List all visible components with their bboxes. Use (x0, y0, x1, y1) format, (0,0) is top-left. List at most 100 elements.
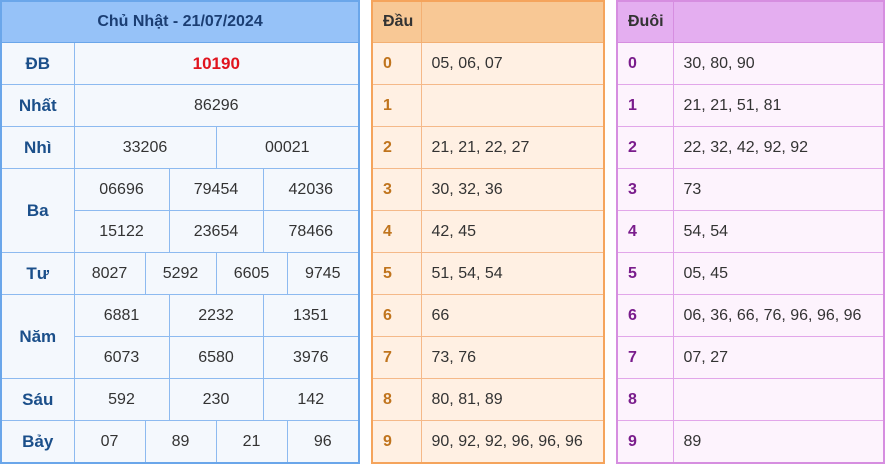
tail-digit: 5 (616, 252, 674, 295)
tail-digit: 1 (616, 84, 674, 127)
head-row: 7 73, 76 (371, 336, 605, 379)
tail-values: 06, 36, 66, 76, 96, 96, 96 (672, 294, 885, 337)
prize-row-sau: Sáu 592 230 142 (0, 378, 360, 421)
prize-number: 00021 (215, 126, 360, 169)
results-table: Chủ Nhật - 21/07/2024 ĐB 10190 Nhất 8629… (0, 0, 361, 464)
head-values: 30, 32, 36 (420, 168, 605, 211)
head-values: 80, 81, 89 (420, 378, 605, 421)
tail-row: 8 (616, 378, 885, 421)
tail-values: 30, 80, 90 (672, 42, 885, 85)
tail-digit: 7 (616, 336, 674, 379)
head-digit: 5 (371, 252, 422, 295)
prize-number: 21 (215, 420, 288, 464)
prize-label: Sáu (0, 378, 75, 421)
tail-row: 7 07, 27 (616, 336, 885, 379)
tail-digit: 2 (616, 126, 674, 169)
prize-number: 2232 (168, 294, 264, 337)
prize-number: 79454 (168, 168, 264, 211)
prize-number: 6605 (215, 252, 288, 295)
head-row: 3 30, 32, 36 (371, 168, 605, 211)
tail-values: 89 (672, 420, 885, 464)
head-values: 51, 54, 54 (420, 252, 605, 295)
head-values (420, 84, 605, 127)
prize-number: 3976 (262, 336, 360, 379)
prize-row-nhat: Nhất 86296 (0, 84, 360, 127)
head-values: 05, 06, 07 (420, 42, 605, 85)
prize-number: 142 (262, 378, 360, 421)
tail-values: 54, 54 (672, 210, 885, 253)
prize-row-nhi: Nhì 33206 00021 (0, 126, 360, 169)
prize-number: 15122 (73, 210, 170, 253)
tail-row: 1 21, 21, 51, 81 (616, 84, 885, 127)
tail-digit: 4 (616, 210, 674, 253)
head-digit: 7 (371, 336, 422, 379)
tail-digit-table: Đuôi 0 30, 80, 90 1 21, 21, 51, 81 2 22, 32… (616, 0, 885, 464)
head-digit: 0 (371, 42, 422, 85)
head-row: 8 80, 81, 89 (371, 378, 605, 421)
tail-values: 21, 21, 51, 81 (672, 84, 885, 127)
head-digit-table: Đầu 0 05, 06, 07 1 2 21, 21, 22, 27 3 30, 3… (371, 0, 605, 464)
tail-digit: 0 (616, 42, 674, 85)
tail-table-title: Đuôi (617, 1, 673, 43)
prize-number: 96 (286, 420, 360, 464)
tail-row: 6 06, 36, 66, 76, 96, 96, 96 (616, 294, 885, 337)
head-values: 21, 21, 22, 27 (420, 126, 605, 169)
prize-number: 89 (144, 420, 217, 464)
prize-label: Ba (0, 168, 75, 253)
tail-digit: 9 (616, 420, 674, 464)
prize-label: Tư (0, 252, 75, 295)
prize-number: 1351 (262, 294, 360, 337)
head-values: 73, 76 (420, 336, 605, 379)
prize-number: 6073 (73, 336, 170, 379)
tail-row: 5 05, 45 (616, 252, 885, 295)
head-row: 6 66 (371, 294, 605, 337)
tail-digit: 8 (616, 378, 674, 421)
prize-number: 5292 (144, 252, 217, 295)
prize-label: Nhất (0, 84, 75, 127)
prize-number: 86296 (73, 84, 360, 127)
head-values: 66 (420, 294, 605, 337)
tail-row: 4 54, 54 (616, 210, 885, 253)
head-values: 90, 92, 92, 96, 96, 96 (420, 420, 605, 464)
prize-number: 8027 (73, 252, 146, 295)
tail-values: 22, 32, 42, 92, 92 (672, 126, 885, 169)
prize-row-db: ĐB 10190 (0, 42, 360, 85)
head-row: 1 (371, 84, 605, 127)
prize-number: 6881 (73, 294, 170, 337)
prize-row-bay: Bảy 07 89 21 96 (0, 420, 360, 464)
tail-table-header-blank (672, 1, 884, 43)
tail-row: 2 22, 32, 42, 92, 92 (616, 126, 885, 169)
prize-number: 33206 (73, 126, 217, 169)
head-digit: 4 (371, 210, 422, 253)
tail-values (672, 378, 885, 421)
tail-values: 07, 27 (672, 336, 885, 379)
prize-number: 23654 (168, 210, 264, 253)
prize-label: Nhì (0, 126, 75, 169)
prize-number: 230 (168, 378, 264, 421)
tail-digit: 6 (616, 294, 674, 337)
prize-label: Bảy (0, 420, 75, 464)
tail-row: 0 30, 80, 90 (616, 42, 885, 85)
head-digit: 8 (371, 378, 422, 421)
prize-row-nam: Năm 6881 2232 1351 (0, 294, 360, 379)
special-prize-number: 10190 (73, 42, 360, 85)
prize-label: Năm (0, 294, 75, 379)
prize-number: 07 (73, 420, 146, 464)
head-digit: 6 (371, 294, 422, 337)
head-table-header-blank (420, 1, 604, 43)
head-digit: 3 (371, 168, 422, 211)
prize-number: 592 (73, 378, 170, 421)
head-table-title: Đầu (372, 1, 421, 43)
prize-number: 78466 (262, 210, 360, 253)
head-row: 2 21, 21, 22, 27 (371, 126, 605, 169)
head-row: 5 51, 54, 54 (371, 252, 605, 295)
results-title: Chủ Nhật - 21/07/2024 (1, 1, 360, 43)
prize-number: 9745 (286, 252, 360, 295)
head-row: 0 05, 06, 07 (371, 42, 605, 85)
prize-label: ĐB (0, 42, 75, 85)
head-row: 9 90, 92, 92, 96, 96, 96 (371, 420, 605, 464)
head-digit: 1 (371, 84, 422, 127)
tail-row: 3 73 (616, 168, 885, 211)
tail-values: 05, 45 (672, 252, 885, 295)
tail-digit: 3 (616, 168, 674, 211)
